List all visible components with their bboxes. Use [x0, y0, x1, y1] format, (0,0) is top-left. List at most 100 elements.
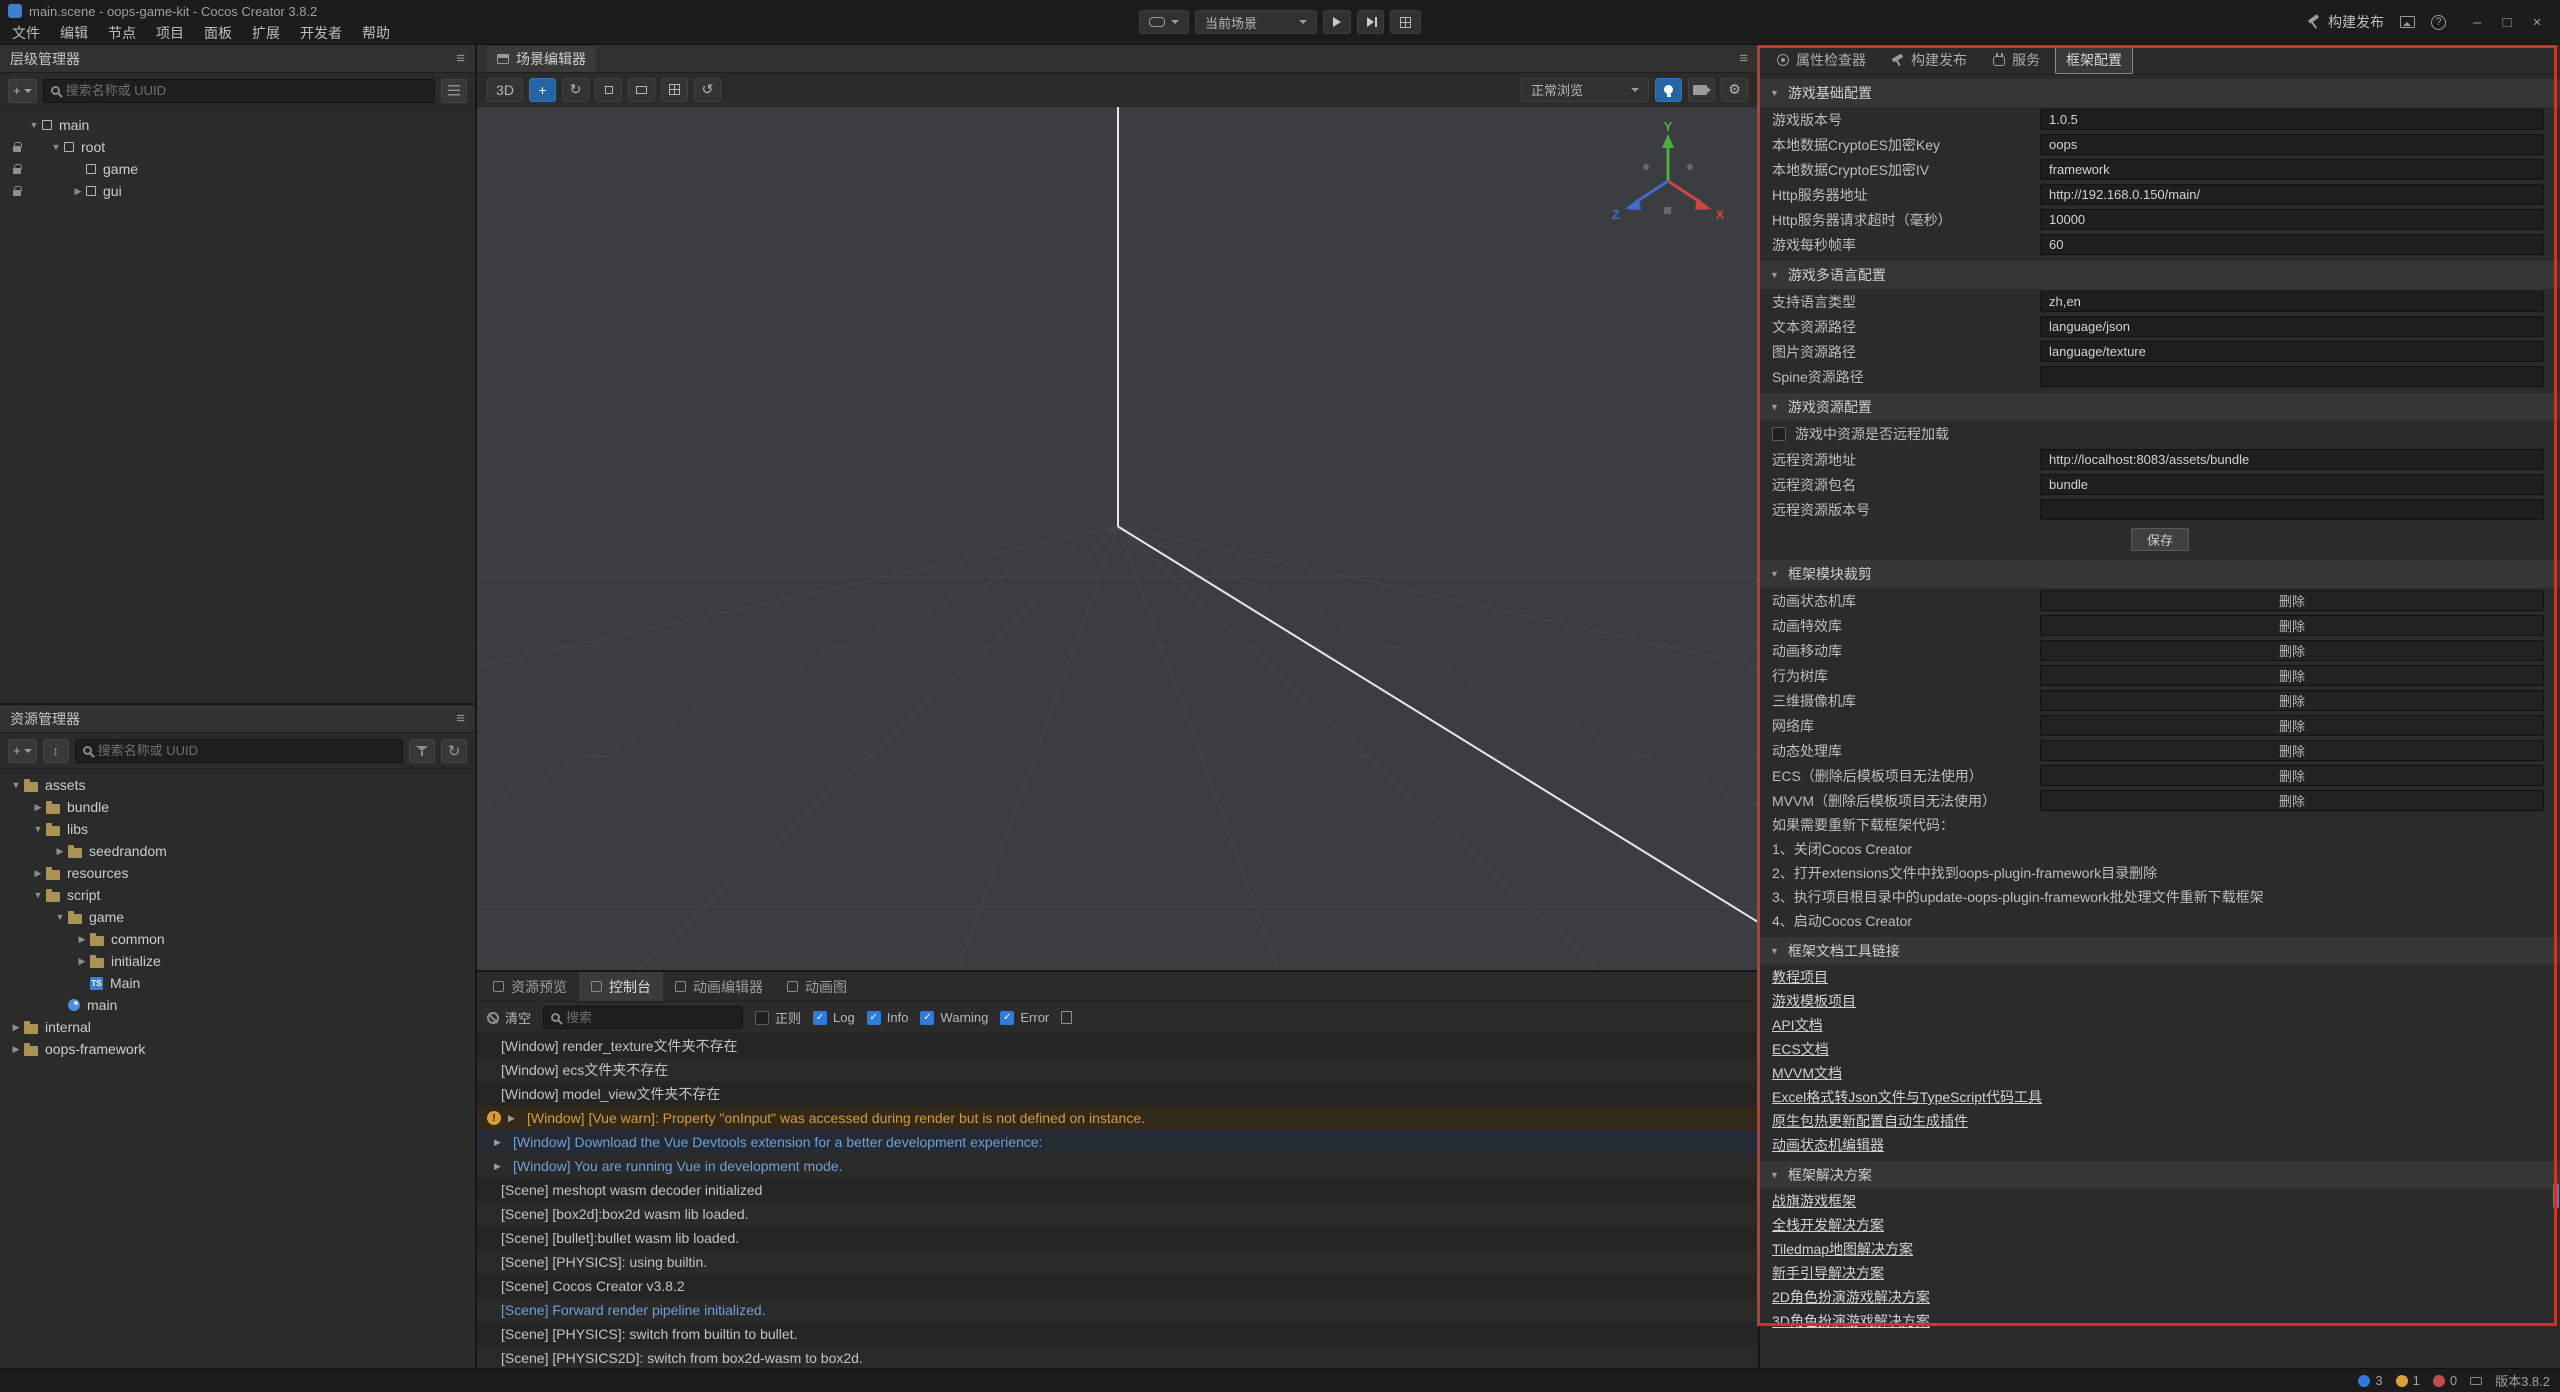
- log-row[interactable]: [Window] render_texture文件夹不存在: [477, 1034, 1758, 1058]
- minimize-button[interactable]: –: [2462, 7, 2492, 37]
- hierarchy-node[interactable]: gui: [0, 180, 475, 202]
- info-count[interactable]: 3: [2358, 1373, 2382, 1388]
- asset-node[interactable]: initialize: [0, 950, 475, 972]
- config-input[interactable]: [2040, 134, 2544, 155]
- module-delete-button[interactable]: 删除: [2040, 690, 2544, 711]
- console-search-input[interactable]: [566, 1010, 735, 1025]
- log-filter-checkbox[interactable]: Warning: [920, 1010, 988, 1025]
- asset-node[interactable]: internal: [0, 1016, 475, 1038]
- log-row[interactable]: [Window] [Vue warn]: Property "onInput" …: [477, 1106, 1758, 1130]
- lock-column[interactable]: [8, 121, 26, 130]
- solution-link[interactable]: 3D角色扮演游戏解决方案: [1772, 1311, 1930, 1331]
- config-input[interactable]: [2040, 474, 2544, 495]
- hierarchy-filter-button[interactable]: [441, 79, 467, 103]
- view-mode-select[interactable]: 正常浏览: [1521, 78, 1649, 102]
- assets-search[interactable]: [75, 739, 403, 763]
- save-button[interactable]: 保存: [2131, 528, 2189, 551]
- module-delete-button[interactable]: 删除: [2040, 740, 2544, 761]
- hierarchy-node[interactable]: root: [0, 136, 475, 158]
- tree-expand-arrow[interactable]: [74, 934, 90, 945]
- config-input-field[interactable]: [2049, 344, 2535, 359]
- pivot-tool-button[interactable]: [661, 78, 688, 102]
- tree-expand-arrow[interactable]: [52, 912, 68, 922]
- hierarchy-node[interactable]: main: [0, 114, 475, 136]
- assets-sort-button[interactable]: ↕: [43, 739, 69, 763]
- preview-target-button[interactable]: [1139, 10, 1189, 34]
- config-input[interactable]: [2040, 449, 2544, 470]
- scene-settings-button[interactable]: ⚙: [1721, 78, 1748, 102]
- console-tab[interactable]: 控制台: [579, 972, 663, 1001]
- maximize-button[interactable]: □: [2492, 7, 2522, 37]
- config-input[interactable]: [2040, 209, 2544, 230]
- tree-expand-arrow[interactable]: [70, 186, 86, 197]
- tree-expand-arrow[interactable]: [30, 824, 46, 834]
- menu-item[interactable]: 面板: [194, 23, 242, 43]
- log-row[interactable]: [Window] model_view文件夹不存在: [477, 1082, 1758, 1106]
- rect-tool-button[interactable]: [628, 78, 655, 102]
- log-filter-checkbox[interactable]: Error: [1000, 1010, 1049, 1025]
- asset-node[interactable]: assets: [0, 774, 475, 796]
- log-row[interactable]: [Scene] [PHYSICS2D]: switch from box2d-w…: [477, 1346, 1758, 1368]
- config-input[interactable]: [2040, 499, 2544, 520]
- log-expand-arrow[interactable]: [508, 1113, 520, 1124]
- camera-settings-button[interactable]: [1688, 78, 1715, 102]
- asset-node[interactable]: main: [0, 994, 475, 1016]
- log-row[interactable]: [Scene] Cocos Creator v3.8.2: [477, 1274, 1758, 1298]
- rotate-tool-button[interactable]: ↻: [562, 78, 589, 102]
- log-row[interactable]: [Window] You are running Vue in developm…: [477, 1154, 1758, 1178]
- solution-link[interactable]: 新手引导解决方案: [1772, 1263, 1884, 1283]
- create-asset-button[interactable]: +: [8, 739, 37, 763]
- config-input[interactable]: [2040, 109, 2544, 130]
- config-input-field[interactable]: [2049, 212, 2535, 227]
- config-input-field[interactable]: [2049, 319, 2535, 334]
- module-delete-button[interactable]: 删除: [2040, 790, 2544, 811]
- tree-expand-arrow[interactable]: [30, 802, 46, 813]
- module-delete-button[interactable]: 删除: [2040, 590, 2544, 611]
- module-delete-button[interactable]: 删除: [2040, 615, 2544, 636]
- warning-count[interactable]: 1: [2396, 1373, 2420, 1388]
- config-input[interactable]: [2040, 159, 2544, 180]
- lock-column[interactable]: [8, 187, 26, 196]
- tree-expand-arrow[interactable]: [74, 956, 90, 967]
- asset-node[interactable]: common: [0, 928, 475, 950]
- doc-link[interactable]: 教程项目: [1772, 967, 1828, 987]
- lock-column[interactable]: [8, 143, 26, 152]
- regex-checkbox[interactable]: 正则: [755, 1008, 801, 1027]
- panel-menu-icon[interactable]: ≡: [1739, 51, 1748, 66]
- menu-item[interactable]: 开发者: [290, 23, 352, 43]
- section-header-solutions[interactable]: 框架解决方案: [1760, 1161, 2560, 1189]
- error-count[interactable]: 0: [2433, 1373, 2457, 1388]
- inspector-tab[interactable]: 框架配置: [2055, 46, 2133, 74]
- console-search[interactable]: [543, 1006, 743, 1029]
- tree-expand-arrow[interactable]: [48, 142, 64, 152]
- lock-column[interactable]: [8, 165, 26, 174]
- config-input-field[interactable]: [2049, 162, 2535, 177]
- asset-node[interactable]: resources: [0, 862, 475, 884]
- tree-expand-arrow[interactable]: [8, 1022, 24, 1033]
- help-icon[interactable]: ?: [2431, 15, 2446, 30]
- tree-expand-arrow[interactable]: [8, 780, 24, 790]
- menu-item[interactable]: 节点: [98, 23, 146, 43]
- log-row[interactable]: [Window] ecs文件夹不存在: [477, 1058, 1758, 1082]
- asset-node[interactable]: Main: [0, 972, 475, 994]
- lighting-toggle-button[interactable]: [1655, 78, 1682, 102]
- doc-link[interactable]: 原生包热更新配置自动生成插件: [1772, 1111, 1968, 1131]
- config-input-field[interactable]: [2049, 294, 2535, 309]
- panel-menu-icon[interactable]: ≡: [456, 711, 465, 726]
- config-input-field[interactable]: [2049, 502, 2535, 517]
- section-header-i18n[interactable]: 游戏多语言配置: [1760, 261, 2560, 289]
- log-filter-checkbox[interactable]: Info: [867, 1010, 909, 1025]
- tree-expand-arrow[interactable]: [30, 890, 46, 900]
- inspector-tab[interactable]: 构建发布: [1881, 46, 1978, 74]
- doc-link[interactable]: API文档: [1772, 1015, 1823, 1035]
- inspector-tab[interactable]: 属性检查器: [1766, 46, 1877, 74]
- section-header-docs[interactable]: 框架文档工具链接: [1760, 937, 2560, 965]
- scene-viewport[interactable]: Y X Z: [477, 107, 1758, 970]
- play-button[interactable]: [1323, 10, 1351, 34]
- tree-expand-arrow[interactable]: [8, 1044, 24, 1055]
- tree-expand-arrow[interactable]: [30, 868, 46, 879]
- asset-node[interactable]: bundle: [0, 796, 475, 818]
- console-tab[interactable]: 动画图: [775, 972, 859, 1001]
- screenshot-icon[interactable]: [2400, 16, 2415, 28]
- menu-item[interactable]: 项目: [146, 23, 194, 43]
